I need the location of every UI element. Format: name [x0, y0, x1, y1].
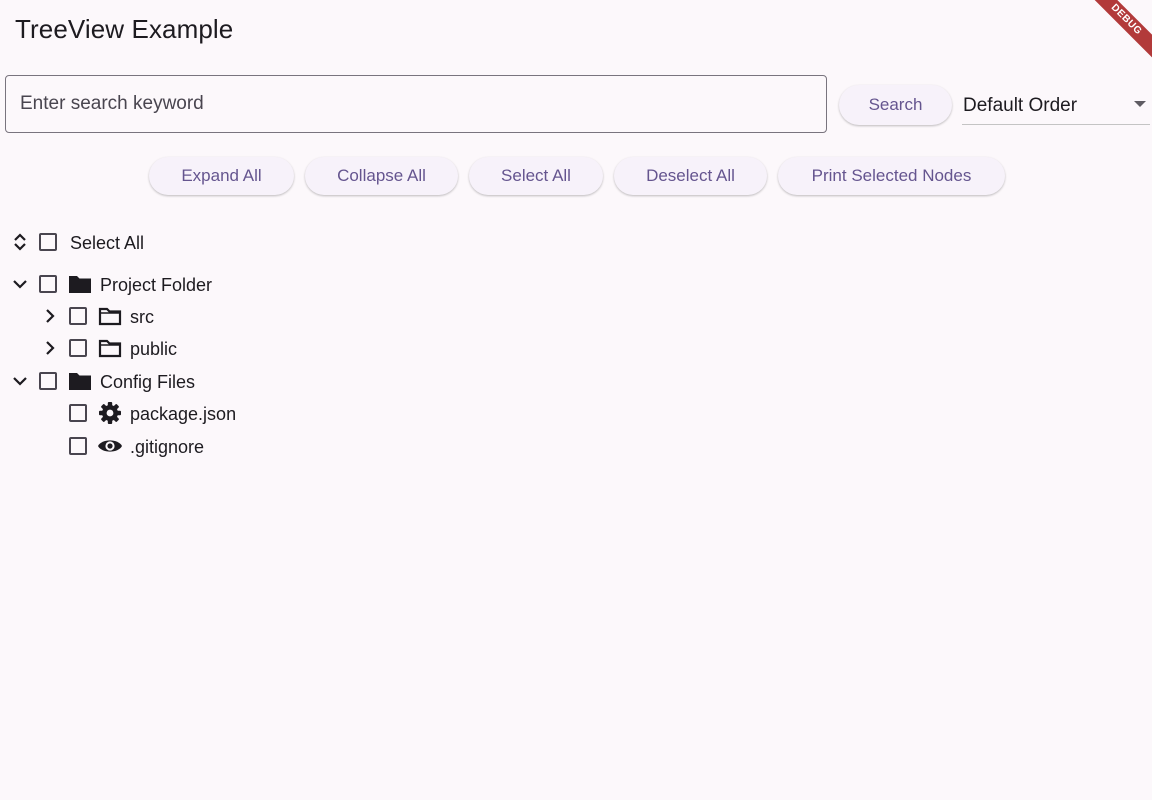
folder-filled-icon: [69, 276, 91, 293]
chevron-down-icon[interactable]: [10, 274, 30, 294]
node-label: public: [130, 339, 178, 359]
tree-node-gitignore[interactable]: .gitignore: [0, 430, 400, 462]
node-checkbox[interactable]: [69, 307, 87, 325]
tree-node-public[interactable]: public: [0, 332, 400, 364]
unfold-icon[interactable]: [10, 232, 30, 252]
tree-node-project-folder[interactable]: Project Folder: [0, 268, 400, 300]
node-checkbox[interactable]: [69, 404, 87, 422]
tree-node-config-files[interactable]: Config Files: [0, 365, 400, 397]
eye-icon: [98, 440, 122, 452]
collapse-all-button[interactable]: Collapse All: [305, 157, 458, 195]
gear-icon: [99, 402, 121, 424]
node-label: package.json: [130, 404, 237, 424]
node-label: Project Folder: [100, 275, 213, 295]
chevron-right-icon[interactable]: [40, 306, 60, 326]
folder-filled-icon: [69, 373, 91, 390]
app-window: TreeView Example DEBUG Search Default Or…: [0, 0, 1152, 800]
tree-node-package-json[interactable]: package.json: [0, 397, 400, 429]
node-checkbox[interactable]: [69, 339, 87, 357]
select-all-checkbox[interactable]: [39, 233, 57, 251]
search-input[interactable]: [5, 75, 827, 133]
node-checkbox[interactable]: [39, 372, 57, 390]
node-label: src: [130, 307, 154, 327]
search-button[interactable]: Search: [839, 85, 952, 125]
chevron-right-icon[interactable]: [40, 338, 60, 358]
action-toolbar: Expand All Collapse All Select All Desel…: [0, 157, 1152, 197]
debug-banner: DEBUG: [1077, 0, 1152, 69]
tree-node-src[interactable]: src: [0, 300, 400, 332]
order-dropdown-value: Default Order: [963, 95, 1078, 116]
page-title: TreeView Example: [15, 14, 234, 44]
chevron-down-icon[interactable]: [10, 371, 30, 391]
node-checkbox[interactable]: [39, 275, 57, 293]
select-all-button[interactable]: Select All: [469, 157, 603, 195]
print-selected-nodes-button[interactable]: Print Selected Nodes: [778, 157, 1005, 195]
deselect-all-button[interactable]: Deselect All: [614, 157, 767, 195]
folder-outline-icon: [98, 307, 122, 326]
node-label: Config Files: [100, 372, 196, 392]
expand-all-button[interactable]: Expand All: [149, 157, 294, 195]
caret-down-icon: [1134, 101, 1146, 107]
select-all-label: Select All: [70, 233, 145, 253]
tree-select-all-row: Select All: [0, 226, 300, 258]
order-dropdown[interactable]: Default Order: [962, 87, 1150, 125]
folder-outline-icon: [98, 339, 122, 358]
node-label: .gitignore: [130, 437, 205, 457]
node-checkbox[interactable]: [69, 437, 87, 455]
search-row: Search Default Order: [5, 75, 1152, 135]
